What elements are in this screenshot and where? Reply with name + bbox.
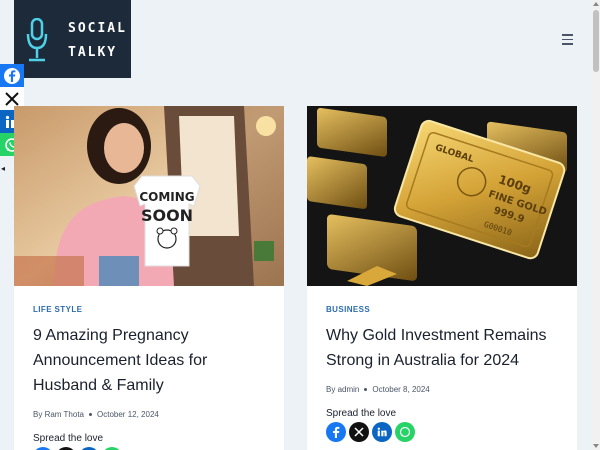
scroll-up-arrow-icon[interactable] (593, 2, 599, 6)
whatsapp-icon[interactable] (395, 422, 415, 442)
meta-separator (89, 413, 93, 416)
post-title[interactable]: Why Gold Investment Remains Strong in Au… (326, 323, 558, 373)
post-thumbnail-image[interactable]: GLOBAL 100g FINE GOLD 999.9 G00010 (307, 106, 577, 286)
spread-the-love-label: Spread the love (33, 433, 104, 444)
post-meta: By Ram Thota October 12, 2024 (33, 410, 265, 419)
post-author[interactable]: admin (338, 385, 360, 394)
facebook-icon[interactable] (0, 64, 24, 87)
post-thumbnail-image[interactable]: COMING SOON (14, 106, 284, 286)
post-category[interactable]: BUSINESS (326, 305, 370, 314)
facebook-icon[interactable] (326, 422, 346, 442)
onesie-text-line2: SOON (141, 206, 193, 225)
post-date: October 12, 2024 (97, 410, 159, 419)
x-icon[interactable] (349, 422, 369, 442)
by-label: By (33, 410, 43, 419)
post-card[interactable]: GLOBAL 100g FINE GOLD 999.9 G00010 BUSIN… (307, 106, 577, 450)
scrollbar-thumb[interactable] (593, 10, 599, 72)
post-meta: By admin October 8, 2024 (326, 385, 558, 394)
meta-separator (364, 388, 368, 391)
share-icons (326, 422, 558, 442)
scroll-down-arrow-icon[interactable] (593, 444, 599, 448)
spread-the-love-label: Spread the love (326, 408, 397, 419)
microphone-icon (26, 18, 48, 62)
logo-text-line2: TALKY (68, 45, 118, 60)
site-header: SOCIAL TALKY (0, 0, 592, 78)
post-date: October 8, 2024 (372, 385, 430, 394)
site-logo[interactable]: SOCIAL TALKY (14, 0, 131, 78)
post-card[interactable]: COMING SOON LIFE STYLE 9 Amazing Pregnan… (14, 106, 284, 450)
post-title[interactable]: 9 Amazing Pregnancy Announcement Ideas f… (33, 323, 265, 398)
hamburger-menu-icon[interactable] (556, 31, 578, 49)
linkedin-icon[interactable] (372, 422, 392, 442)
post-author[interactable]: Ram Thota (45, 410, 84, 419)
by-label: By (326, 385, 336, 394)
onesie-text-line1: COMING (139, 190, 194, 204)
share-bar-collapse-toggle[interactable]: ◂ (1, 164, 5, 173)
logo-text-line1: SOCIAL (68, 21, 127, 36)
page-scrollbar[interactable] (592, 0, 600, 450)
post-category[interactable]: LIFE STYLE (33, 305, 82, 314)
